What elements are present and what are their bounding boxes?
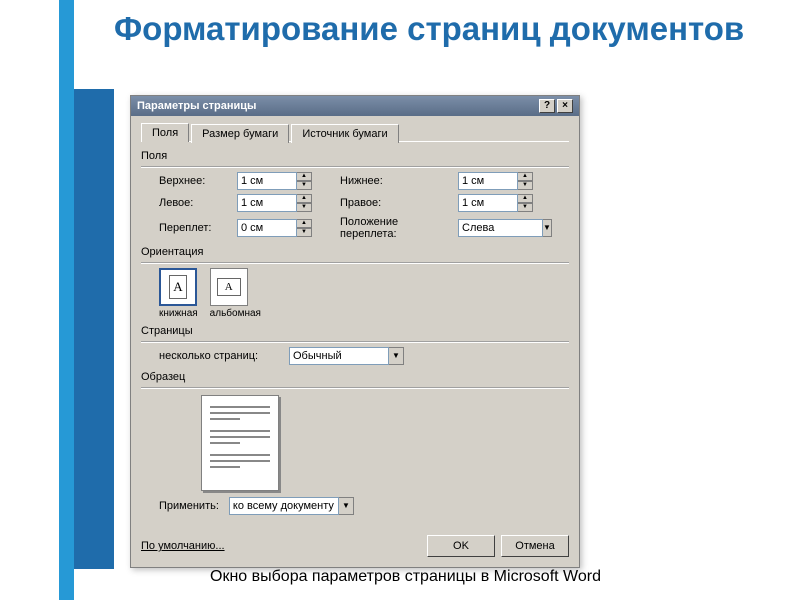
spinner-right[interactable]: ▲▼ bbox=[458, 194, 543, 212]
orientation-landscape[interactable]: A альбомная bbox=[210, 268, 261, 319]
spin-up-icon[interactable]: ▲ bbox=[297, 172, 312, 181]
dialog-titlebar: Параметры страницы ? × bbox=[131, 96, 579, 116]
tab-paper-size[interactable]: Размер бумаги bbox=[191, 124, 289, 143]
chevron-down-icon[interactable]: ▼ bbox=[389, 347, 404, 365]
tab-fields[interactable]: Поля bbox=[141, 123, 189, 142]
chevron-down-icon[interactable]: ▼ bbox=[543, 219, 552, 237]
help-button[interactable]: ? bbox=[539, 99, 555, 113]
input-apply-to[interactable] bbox=[229, 497, 339, 515]
tab-paper-source[interactable]: Источник бумаги bbox=[291, 124, 398, 143]
page-setup-dialog: Параметры страницы ? × Поля Размер бумаг… bbox=[130, 95, 580, 568]
page-preview bbox=[201, 395, 279, 491]
label-gutter: Переплет: bbox=[159, 222, 219, 234]
spin-down-icon[interactable]: ▼ bbox=[297, 181, 312, 190]
close-button[interactable]: × bbox=[557, 99, 573, 113]
slide-title: Форматирование страниц документов bbox=[114, 10, 744, 48]
spinner-bottom[interactable]: ▲▼ bbox=[458, 172, 543, 190]
input-gutter-pos[interactable] bbox=[458, 219, 543, 237]
label-bottom: Нижнее: bbox=[340, 175, 440, 187]
spin-down-icon[interactable]: ▼ bbox=[518, 181, 533, 190]
default-button[interactable]: По умолчанию... bbox=[141, 540, 225, 552]
input-left[interactable] bbox=[237, 194, 297, 212]
spin-up-icon[interactable]: ▲ bbox=[297, 194, 312, 203]
landscape-icon[interactable]: A bbox=[210, 268, 248, 306]
label-multi-pages: несколько страниц: bbox=[159, 350, 269, 362]
group-fields-label: Поля bbox=[141, 150, 569, 162]
input-right[interactable] bbox=[458, 194, 518, 212]
divider bbox=[141, 262, 569, 264]
slide-caption: Окно выбора параметров страницы в Micros… bbox=[210, 568, 601, 586]
accent-bar-thin bbox=[59, 0, 74, 600]
spinner-top[interactable]: ▲▼ bbox=[237, 172, 322, 190]
label-gutter-pos: Положение переплета: bbox=[340, 216, 440, 240]
label-landscape: альбомная bbox=[210, 308, 261, 319]
input-bottom[interactable] bbox=[458, 172, 518, 190]
spin-down-icon[interactable]: ▼ bbox=[297, 203, 312, 212]
ok-button[interactable]: OK bbox=[427, 535, 495, 557]
group-pages-label: Страницы bbox=[141, 325, 569, 337]
group-sample-label: Образец bbox=[141, 371, 569, 383]
label-right: Правое: bbox=[340, 197, 440, 209]
label-portrait: книжная bbox=[159, 308, 198, 319]
divider bbox=[141, 387, 569, 389]
tab-strip: Поля Размер бумаги Источник бумаги bbox=[141, 122, 569, 142]
dropdown-gutter-pos[interactable]: ▼ bbox=[458, 219, 543, 237]
cancel-button[interactable]: Отмена bbox=[501, 535, 569, 557]
portrait-icon[interactable]: A bbox=[159, 268, 197, 306]
divider bbox=[141, 341, 569, 343]
orientation-portrait[interactable]: A книжная bbox=[159, 268, 198, 319]
accent-bar-wide bbox=[74, 89, 114, 569]
dropdown-apply-to[interactable]: ▼ bbox=[229, 497, 354, 515]
dropdown-multi-pages[interactable]: ▼ bbox=[289, 347, 404, 365]
spin-down-icon[interactable]: ▼ bbox=[297, 228, 312, 237]
spin-up-icon[interactable]: ▲ bbox=[518, 172, 533, 181]
label-left: Левое: bbox=[159, 197, 219, 209]
spin-up-icon[interactable]: ▲ bbox=[297, 219, 312, 228]
label-apply-to: Применить: bbox=[159, 500, 219, 512]
input-multi-pages[interactable] bbox=[289, 347, 389, 365]
spin-up-icon[interactable]: ▲ bbox=[518, 194, 533, 203]
input-top[interactable] bbox=[237, 172, 297, 190]
divider bbox=[141, 166, 569, 168]
spinner-gutter[interactable]: ▲▼ bbox=[237, 219, 322, 237]
chevron-down-icon[interactable]: ▼ bbox=[339, 497, 354, 515]
spinner-left[interactable]: ▲▼ bbox=[237, 194, 322, 212]
group-orientation-label: Ориентация bbox=[141, 246, 569, 258]
spin-down-icon[interactable]: ▼ bbox=[518, 203, 533, 212]
input-gutter[interactable] bbox=[237, 219, 297, 237]
dialog-title: Параметры страницы bbox=[137, 100, 256, 112]
label-top: Верхнее: bbox=[159, 175, 219, 187]
